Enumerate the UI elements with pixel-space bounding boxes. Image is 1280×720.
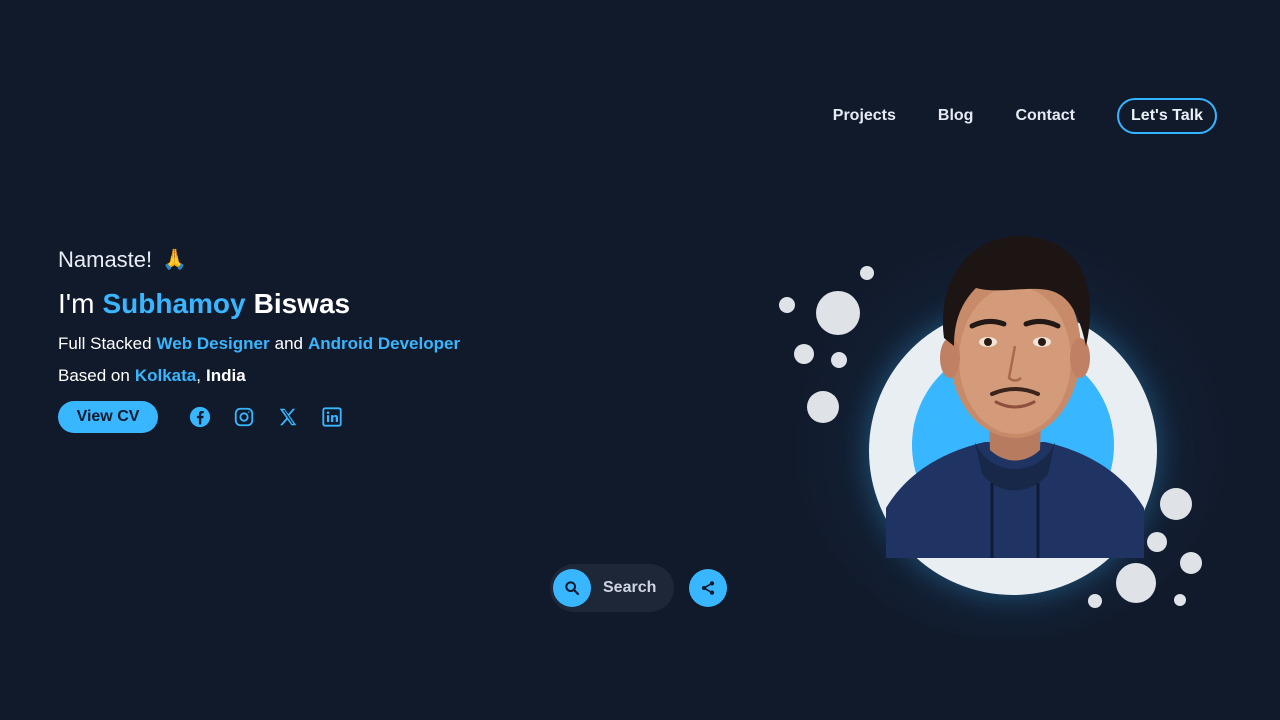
view-cv-button[interactable]: View CV <box>58 401 158 433</box>
role-and: and <box>274 334 303 353</box>
decor-dot <box>1180 552 1202 574</box>
page: Projects Blog Contact Let's Talk Namaste… <box>0 0 1280 720</box>
linkedin-icon[interactable] <box>320 405 344 429</box>
decor-dot <box>816 291 860 335</box>
social-links <box>188 405 364 429</box>
first-name: Subhamoy <box>102 288 246 319</box>
role-web-designer: Web Designer <box>156 334 270 353</box>
decor-dot <box>794 344 814 364</box>
search-button[interactable]: Search <box>550 564 674 612</box>
role-android-developer: Android Developer <box>307 334 461 353</box>
nav-link-contact[interactable]: Contact <box>1015 107 1075 125</box>
nav-link-blog[interactable]: Blog <box>938 107 974 125</box>
hero-actions: View CV <box>58 401 465 433</box>
decor-dot <box>831 352 847 368</box>
decor-dot <box>1160 488 1192 520</box>
greeting-text: Namaste! <box>58 247 153 272</box>
location-line: Based on Kolkata , India <box>58 364 465 388</box>
portrait-area <box>760 200 1260 640</box>
location-comma: , <box>196 366 201 385</box>
folded-hands-icon: 🙏 <box>162 249 188 271</box>
share-icon <box>701 581 715 595</box>
share-button[interactable] <box>689 569 727 607</box>
name-heading: I'm Subhamoy Biswas <box>58 286 465 322</box>
decor-dot <box>807 391 839 423</box>
lets-talk-button[interactable]: Let's Talk <box>1117 98 1217 134</box>
x-icon[interactable] <box>276 405 300 429</box>
decor-dot <box>1116 563 1156 603</box>
greeting: Namaste! 🙏 <box>58 244 465 276</box>
name-prefix: I'm <box>58 288 95 319</box>
search-icon <box>565 581 580 596</box>
search-icon-circle <box>553 569 591 607</box>
location-prefix: Based on <box>58 366 130 385</box>
location-country: India <box>206 366 246 385</box>
avatar <box>886 236 1144 558</box>
top-nav: Projects Blog Contact Let's Talk <box>833 98 1217 134</box>
decor-dot <box>1174 594 1186 606</box>
hero-section: Namaste! 🙏 I'm Subhamoy Biswas Full Stac… <box>58 244 465 433</box>
instagram-icon[interactable] <box>232 405 256 429</box>
facebook-icon[interactable] <box>188 405 212 429</box>
decor-dot <box>860 266 874 280</box>
decor-dot <box>1088 594 1102 608</box>
location-city: Kolkata <box>134 366 197 385</box>
decor-dot <box>779 297 795 313</box>
search-label: Search <box>603 579 657 596</box>
role-prefix: Full Stacked <box>58 334 152 353</box>
last-name: Biswas <box>253 288 351 319</box>
nav-link-projects[interactable]: Projects <box>833 107 896 125</box>
role-line: Full Stacked Web Designer and Android De… <box>58 332 465 356</box>
decor-dot <box>1147 532 1167 552</box>
